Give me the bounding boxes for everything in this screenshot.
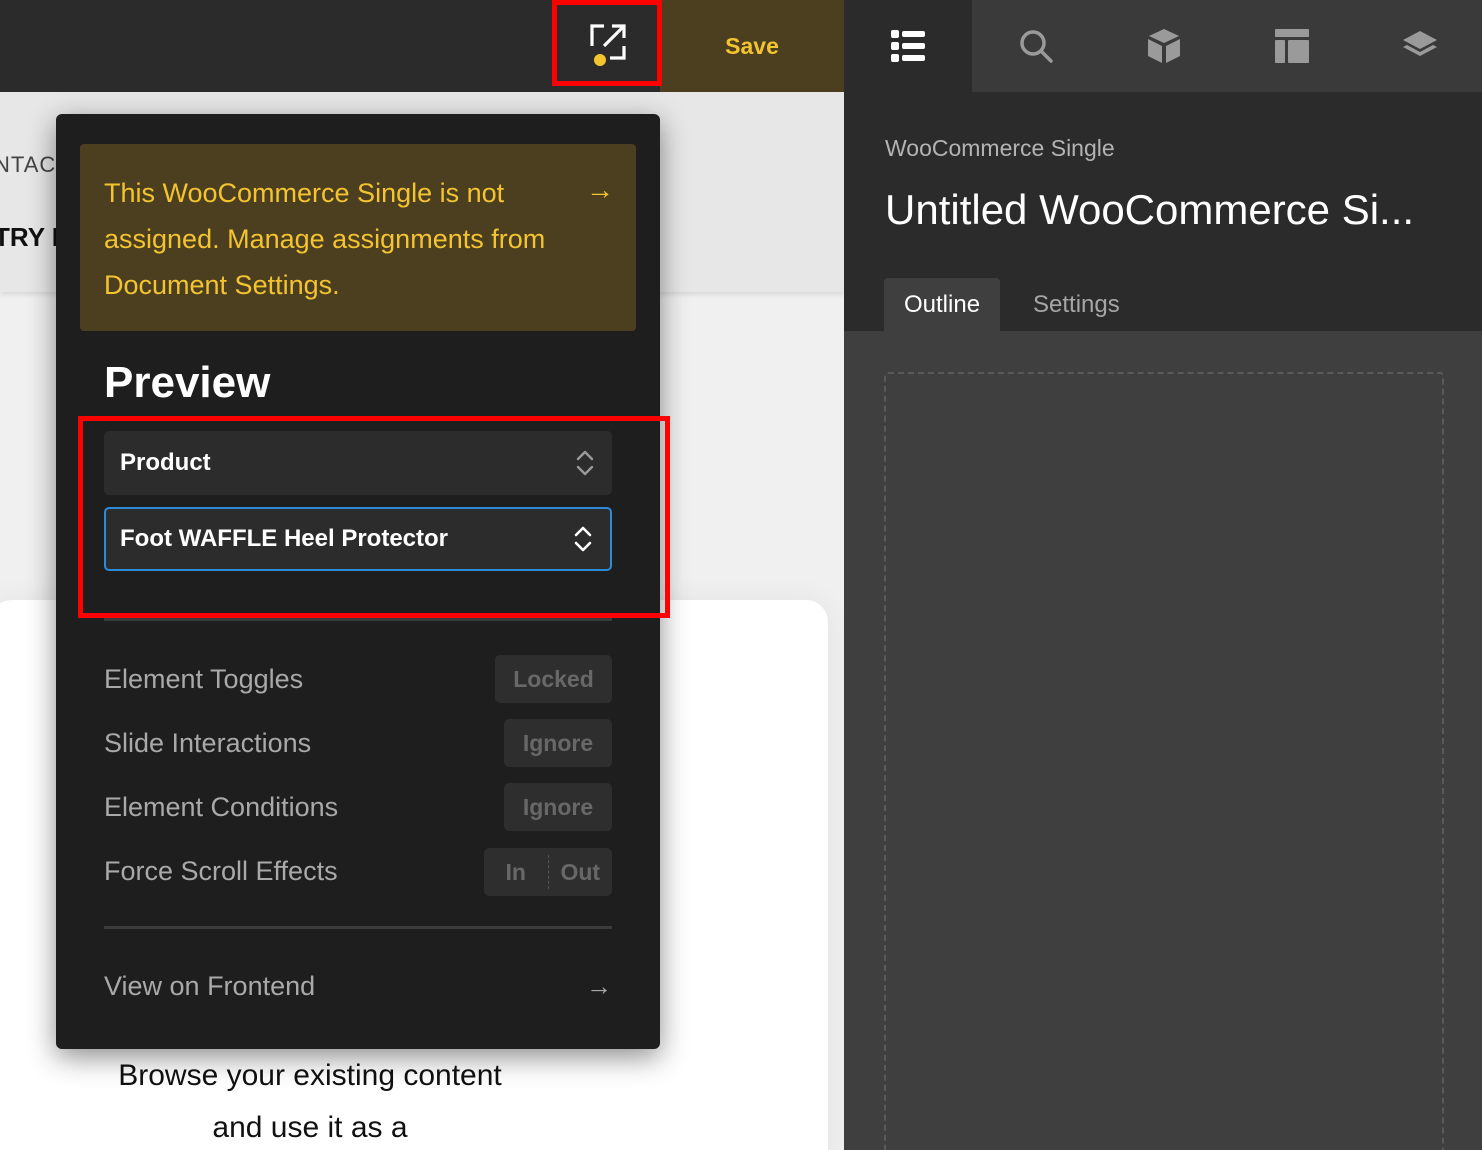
search-icon [1020,30,1053,63]
preview-item-value: Foot WAFFLE Heel Protector [120,525,449,552]
chevron-updown-icon [576,450,594,476]
document-title: Untitled WooCommerce Si... [885,186,1415,233]
arrow-right-icon: → [586,174,614,205]
element-conditions-button[interactable]: Ignore [504,783,612,831]
popup-title: Preview [104,358,271,407]
list-icon [891,30,925,62]
scroll-in-button[interactable]: In [484,859,548,886]
sidebar-icon-tabs [844,0,1482,92]
layers-icon [1403,31,1437,56]
outline-drop-zone[interactable] [884,372,1444,1150]
slide-interactions-label: Slide Interactions [104,728,312,758]
preview-popup: This WooCommerce Single is not assigned.… [56,114,660,1049]
view-on-frontend-label: View on Frontend [104,970,316,1001]
status-dot [594,54,606,66]
tab-elements-icon[interactable] [1100,0,1228,92]
tab-settings[interactable]: Settings [1013,278,1140,331]
chevron-updown-icon [574,526,592,552]
document-type-label: WooCommerce Single [885,135,1115,161]
divider [104,926,612,929]
view-on-frontend-link[interactable]: View on Frontend → [104,966,612,1006]
arrow-right-icon: → [586,970,612,1001]
tab-outline[interactable]: Outline [884,278,1001,331]
layout-icon [1275,29,1309,63]
outline-panel [844,331,1482,1150]
scroll-out-button[interactable]: Out [549,859,613,886]
canvas-body-text: Browse your existing content and use it … [118,1059,502,1144]
top-toolbar: Save [0,0,844,92]
preview-type-select[interactable]: Product [104,431,612,495]
tab-templates-icon[interactable] [1228,0,1356,92]
divider [104,618,612,621]
preview-toggle-button[interactable] [556,0,660,84]
slide-interactions-button[interactable]: Ignore [504,719,612,767]
preview-type-value: Product [120,449,211,476]
cube-icon [1148,29,1180,63]
notice-text: This WooCommerce Single is not assigned.… [104,178,546,300]
save-button[interactable]: Save [660,0,844,92]
preview-item-select[interactable]: Foot WAFFLE Heel Protector [104,507,612,571]
assignment-notice[interactable]: This WooCommerce Single is not assigned.… [80,144,636,331]
tab-outline-icon[interactable] [844,0,972,92]
element-toggles-label: Element Toggles [104,664,304,694]
element-toggles-button[interactable]: Locked [495,655,612,703]
right-sidebar: WooCommerce Single Untitled WooCommerce … [844,0,1482,1150]
tab-layers-icon[interactable] [1356,0,1482,92]
canvas-nav-text-bold: TRY I [0,222,60,252]
element-conditions-label: Element Conditions [104,792,339,822]
force-scroll-effects-label: Force Scroll Effects [104,856,338,886]
tab-search-icon[interactable] [972,0,1100,92]
force-scroll-effects-toggle: In Out [484,848,612,896]
